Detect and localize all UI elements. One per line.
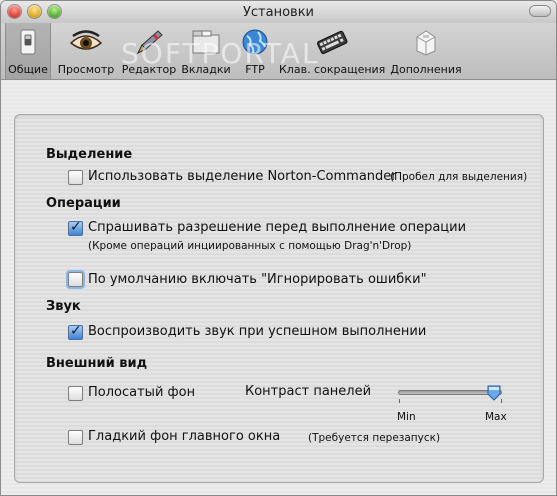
slider-tick-min <box>399 399 400 403</box>
contrast-slider-knob[interactable] <box>487 385 501 401</box>
ignore-errors-checkbox[interactable] <box>68 272 83 287</box>
contrast-label: Контраст панелей <box>245 384 372 399</box>
tab-editor[interactable]: Редактор <box>119 23 179 79</box>
ignore-errors-label: По умолчанию включать "Игнорировать ошиб… <box>88 272 427 287</box>
tab-shortcuts-label: Клав. сокращения <box>279 63 386 76</box>
section-operations-heading: Операции <box>46 196 121 211</box>
plugin-icon <box>416 30 436 56</box>
switch-icon <box>20 29 36 55</box>
norton-note: (Пробел для выделения) <box>390 171 528 183</box>
tab-plugins-label: Дополнения <box>390 63 462 76</box>
tab-shortcuts[interactable]: Клав. сокращения <box>279 23 385 79</box>
toolbar: Общие Просмотр Редактор Вкладки FTP Клав… <box>1 23 556 80</box>
section-selection-heading: Выделение <box>46 147 133 162</box>
contrast-max-label: Max <box>485 411 507 423</box>
ask-permission-label: Спрашивать разрешение перед выполнение о… <box>88 220 467 235</box>
tab-ftp[interactable]: FTP <box>235 23 275 79</box>
striped-background-checkbox[interactable] <box>68 386 83 401</box>
toolbar-toggle-button[interactable] <box>530 6 550 16</box>
tab-view[interactable]: Просмотр <box>55 23 117 79</box>
preferences-window: Установки Общие Просмотр Редактор Вкладк… <box>0 0 557 496</box>
eye-icon <box>69 30 103 50</box>
norton-checkbox[interactable] <box>68 170 83 185</box>
ask-permission-note: (Кроме операций инциированных с помощью … <box>88 240 412 252</box>
title-bar: Установки <box>1 1 556 23</box>
tab-view-label: Просмотр <box>57 63 115 76</box>
tabs-icon <box>192 30 220 54</box>
globe-icon <box>242 29 268 55</box>
contrast-min-label: Min <box>397 411 416 423</box>
tab-ftp-label: FTP <box>245 63 265 76</box>
tab-tabs[interactable]: Вкладки <box>181 23 231 79</box>
smooth-background-checkbox[interactable] <box>68 430 83 445</box>
play-sound-checkbox[interactable]: ✓ <box>68 323 83 340</box>
striped-background-label: Полосатый фон <box>88 385 196 400</box>
smooth-background-note: (Требуется перезапуск) <box>308 432 441 444</box>
tab-tabs-label: Вкладки <box>181 63 231 76</box>
tab-plugins[interactable]: Дополнения <box>389 23 463 79</box>
pen-icon <box>136 30 163 55</box>
ask-permission-checkbox[interactable]: ✓ <box>68 219 83 236</box>
section-sound-heading: Звук <box>46 299 81 314</box>
smooth-background-label: Гладкий фон главного окна <box>88 429 281 444</box>
play-sound-label: Воспроизводить звук при успешном выполне… <box>88 324 427 339</box>
tab-general-label: Общие <box>8 63 48 76</box>
keyboard-icon <box>316 30 348 55</box>
section-appearance-heading: Внешний вид <box>46 356 148 371</box>
tab-editor-label: Редактор <box>121 63 177 76</box>
tab-general[interactable]: Общие <box>5 23 51 79</box>
slider-tick-max <box>501 399 502 403</box>
window-title: Установки <box>242 5 315 20</box>
norton-label: Использовать выделение Norton-Commander <box>88 169 397 184</box>
